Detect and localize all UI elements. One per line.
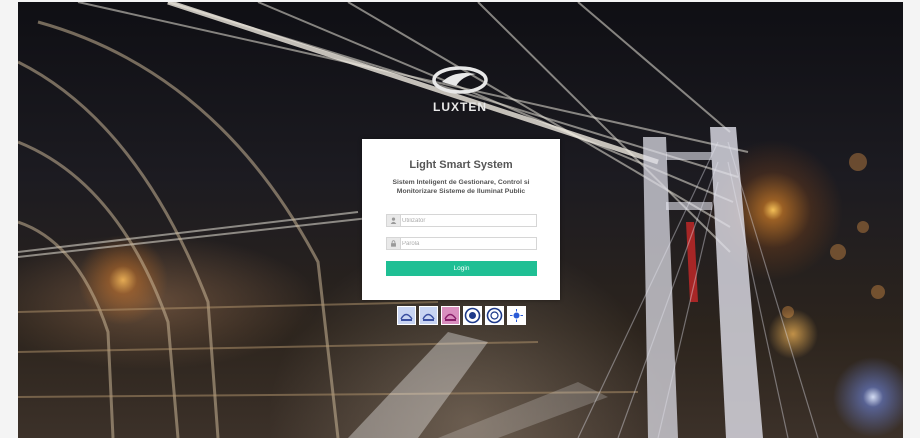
- login-subtitle-line2: Monitorizare Sisteme de Iluminat Public: [396, 188, 526, 195]
- luxten-emblem-icon: [432, 66, 488, 94]
- circular-seal-icon: [463, 306, 482, 325]
- luxten-logo: LUXTEN: [432, 66, 488, 114]
- certification-badges: [397, 306, 526, 325]
- password-field-group: [386, 237, 537, 250]
- login-card: Light Smart System Sistem Inteligent de …: [362, 139, 560, 300]
- user-icon: [387, 215, 401, 226]
- iso-certification-icon: [441, 306, 460, 325]
- password-input[interactable]: [402, 238, 532, 249]
- login-subtitle-line1: Sistem Inteligent de Gestionare, Control…: [392, 179, 530, 186]
- lock-icon: [387, 238, 401, 249]
- iso-certification-icon: [397, 306, 416, 325]
- username-input[interactable]: [402, 215, 532, 226]
- circular-seal-icon: [485, 306, 504, 325]
- username-field-group: [386, 214, 537, 227]
- star-award-icon: [507, 306, 526, 325]
- iso-certification-icon: [419, 306, 438, 325]
- logo-text: LUXTEN: [433, 100, 487, 114]
- login-subtitle: Sistem Inteligent de Gestionare, Control…: [372, 178, 550, 196]
- login-button[interactable]: Login: [386, 261, 537, 276]
- login-title: Light Smart System: [409, 159, 513, 171]
